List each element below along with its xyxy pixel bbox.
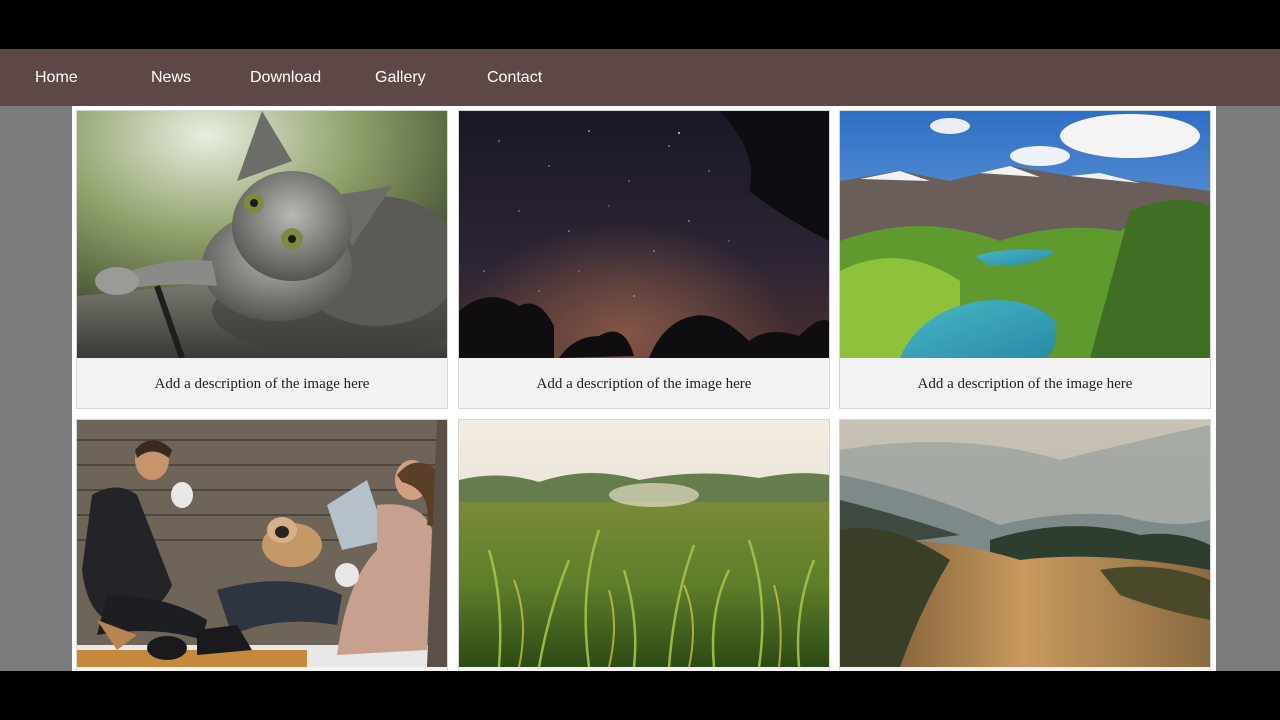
gallery-card[interactable]: Add a description of the image here	[839, 110, 1211, 409]
gallery-card[interactable]	[458, 419, 830, 671]
image-description: Add a description of the image here	[917, 376, 1133, 392]
couple-with-dog-image[interactable]	[77, 420, 447, 667]
gallery-card[interactable]	[76, 419, 448, 671]
nav-contact-link[interactable]: Contact	[487, 49, 542, 106]
letterbox-bottom	[0, 671, 1280, 720]
gallery-card[interactable]: Add a description of the image here	[458, 110, 830, 409]
image-gallery: Add a description of the image here Add …	[72, 106, 1216, 671]
page-content: Add a description of the image here Add …	[0, 106, 1280, 671]
hazy-mountains-image[interactable]	[840, 420, 1210, 667]
gallery-card[interactable]	[839, 419, 1211, 671]
gallery-card[interactable]: Add a description of the image here	[76, 110, 448, 409]
kitten-image[interactable]	[77, 111, 447, 358]
top-navbar: Home News Download Gallery Contact	[0, 49, 1280, 106]
nav-download-link[interactable]: Download	[250, 49, 321, 106]
nav-news-link[interactable]: News	[151, 49, 191, 106]
video-frame: Home News Download Gallery Contact Add a…	[0, 0, 1280, 720]
image-description: Add a description of the image here	[536, 376, 752, 392]
mountain-lake-image[interactable]	[840, 111, 1210, 358]
nav-home-link[interactable]: Home	[35, 49, 78, 106]
image-description: Add a description of the image here	[154, 376, 370, 392]
nav-gallery-link[interactable]: Gallery	[375, 49, 426, 106]
night-sky-image[interactable]	[459, 111, 829, 358]
grass-field-image[interactable]	[459, 420, 829, 667]
